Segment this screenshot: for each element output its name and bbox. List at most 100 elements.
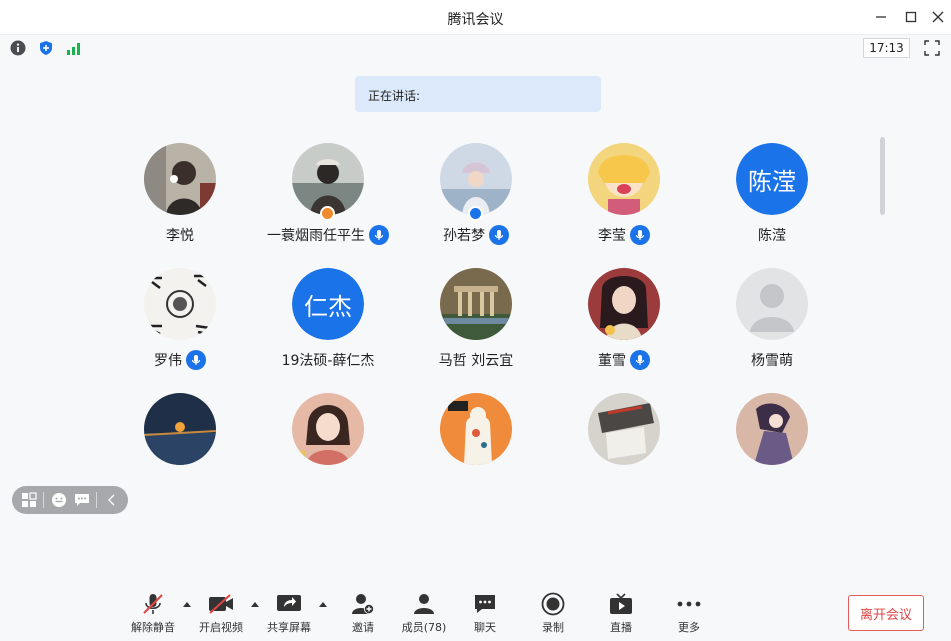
- audio-options-caret-icon[interactable]: [182, 599, 192, 609]
- minimize-icon[interactable]: [869, 6, 893, 28]
- participant-tile[interactable]: [402, 393, 550, 508]
- participant-tile[interactable]: [254, 393, 402, 508]
- mic-icon: [630, 225, 650, 245]
- mic-icon: [630, 350, 650, 370]
- maximize-icon[interactable]: [899, 6, 923, 28]
- record-label: 录制: [542, 621, 564, 634]
- bottom-toolbar: 解除静音 开启视频 共享屏幕 邀请 成员(78) 聊天 录制 直播 更多: [0, 585, 951, 641]
- participant-tile[interactable]: 仁杰 19法硕-薛仁杰: [254, 268, 402, 383]
- participant-name-row: 董雪: [540, 350, 708, 370]
- members-icon: [409, 591, 439, 616]
- participant-tile[interactable]: 董雪: [550, 268, 698, 383]
- collapse-icon[interactable]: [103, 491, 120, 509]
- window-title: 腾讯会议: [447, 12, 504, 28]
- add-user-icon: [348, 591, 378, 616]
- leave-meeting-button[interactable]: 离开会议: [848, 595, 924, 631]
- mic-muted-icon: [138, 591, 168, 616]
- participant-name: 19法硕-薛仁杰: [281, 353, 375, 369]
- mic-icon: [489, 225, 509, 245]
- speaking-banner: 正在讲话:: [355, 76, 601, 112]
- separator: [43, 492, 44, 508]
- participant-tile[interactable]: 李莹: [550, 143, 698, 258]
- more-label: 更多: [678, 621, 700, 634]
- participant-tile[interactable]: 孙若梦: [402, 143, 550, 258]
- avatar: [144, 268, 216, 340]
- participant-tile[interactable]: 罗伟: [106, 268, 254, 383]
- chat-icon: [470, 591, 500, 616]
- participant-name: 一蓑烟雨任平生: [267, 228, 365, 244]
- participant-name-row: 陈滢: [688, 225, 856, 245]
- participant-name: 李莹: [598, 228, 626, 244]
- participant-tile[interactable]: 杨雪萌: [698, 268, 846, 383]
- participant-name: 马哲 刘云宜: [438, 353, 514, 369]
- participant-name-row: 李莹: [540, 225, 708, 245]
- participant-name: 孙若梦: [443, 228, 485, 244]
- info-icon[interactable]: [9, 39, 27, 57]
- participant-name: 杨雪萌: [751, 353, 793, 369]
- signal-icon[interactable]: [65, 39, 83, 57]
- avatar: [440, 143, 512, 215]
- participant-tile[interactable]: 李悦: [106, 143, 254, 258]
- members-label: 成员(78): [401, 621, 447, 634]
- participant-tile[interactable]: 马哲 刘云宜: [402, 268, 550, 383]
- status-row: 17:13: [0, 34, 951, 60]
- unmute-button[interactable]: 解除静音: [124, 591, 182, 635]
- shield-icon[interactable]: [37, 39, 55, 57]
- participant-name-row: 杨雪萌: [688, 350, 856, 370]
- avatar: [588, 143, 660, 215]
- floating-toolbar: [12, 486, 128, 514]
- avatar: [588, 393, 660, 465]
- members-button[interactable]: 成员(78): [395, 591, 453, 635]
- invite-button[interactable]: 邀请: [334, 591, 392, 635]
- chat-button[interactable]: 聊天: [456, 591, 514, 635]
- participant-name-row: 罗伟: [96, 350, 264, 370]
- speaking-label: 正在讲话:: [368, 89, 421, 103]
- more-icon: [674, 591, 704, 616]
- meeting-clock: 17:13: [863, 38, 910, 58]
- participant-name-row: 一蓑烟雨任平生: [244, 225, 412, 245]
- avatar: [736, 393, 808, 465]
- start-video-label: 开启视频: [199, 621, 243, 634]
- mic-icon: [369, 225, 389, 245]
- default-avatar: [736, 268, 808, 340]
- chat-bubble-icon[interactable]: [73, 491, 90, 509]
- scrollbar[interactable]: [880, 137, 885, 215]
- participant-name: 董雪: [598, 353, 626, 369]
- live-button[interactable]: 直播: [592, 591, 650, 635]
- participant-tile[interactable]: [550, 393, 698, 508]
- participant-name-row: 孙若梦: [392, 225, 560, 245]
- share-screen-button[interactable]: 共享屏幕: [260, 591, 318, 635]
- more-button[interactable]: 更多: [660, 591, 718, 635]
- avatar: [292, 143, 364, 215]
- participant-tile[interactable]: 一蓑烟雨任平生: [254, 143, 402, 258]
- participant-tile[interactable]: 陈滢 陈滢: [698, 143, 846, 258]
- avatar: [440, 268, 512, 340]
- participant-tile[interactable]: [106, 393, 254, 508]
- participant-name: 李悦: [166, 228, 194, 244]
- record-icon: [538, 591, 568, 616]
- unmute-label: 解除静音: [131, 621, 175, 634]
- avatar: 仁杰: [292, 268, 364, 340]
- live-label: 直播: [610, 621, 632, 634]
- layout-icon[interactable]: [20, 491, 37, 509]
- share-screen-label: 共享屏幕: [267, 621, 311, 634]
- share-screen-icon: [274, 591, 304, 616]
- avatar: [144, 143, 216, 215]
- video-off-icon: [206, 591, 236, 616]
- avatar-initials: 仁杰: [292, 268, 364, 340]
- fullscreen-icon[interactable]: [923, 39, 941, 57]
- record-button[interactable]: 录制: [524, 591, 582, 635]
- chat-label: 聊天: [474, 621, 496, 634]
- emoji-icon[interactable]: [50, 491, 67, 509]
- close-icon[interactable]: [926, 6, 950, 28]
- video-options-caret-icon[interactable]: [250, 599, 260, 609]
- participant-tile[interactable]: [698, 393, 846, 508]
- separator: [96, 492, 97, 508]
- participant-name: 陈滢: [758, 228, 786, 244]
- share-options-caret-icon[interactable]: [318, 599, 328, 609]
- avatar: [292, 393, 364, 465]
- start-video-button[interactable]: 开启视频: [192, 591, 250, 635]
- cohost-icon: [468, 206, 483, 221]
- host-icon: [320, 206, 335, 221]
- avatar: [440, 393, 512, 465]
